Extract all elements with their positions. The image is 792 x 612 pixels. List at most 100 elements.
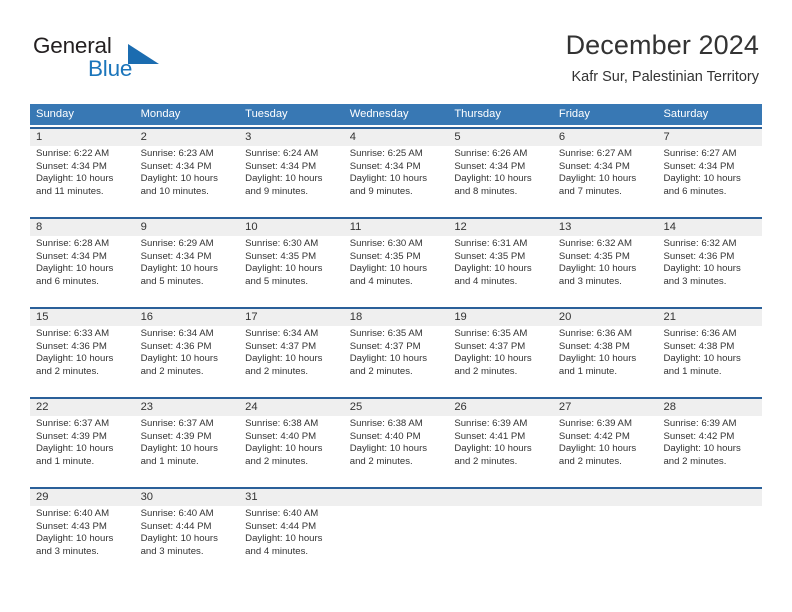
day-cell[interactable]: Sunrise: 6:34 AM Sunset: 4:36 PM Dayligh… <box>134 326 240 395</box>
day-number[interactable]: 18 <box>344 309 449 326</box>
day-number[interactable]: 23 <box>135 399 240 416</box>
day-cell[interactable]: Sunrise: 6:24 AM Sunset: 4:34 PM Dayligh… <box>239 146 344 215</box>
sunrise-text: Sunrise: 6:27 AM <box>663 148 737 159</box>
day-number[interactable]: 1 <box>30 129 135 146</box>
daylight-text-line1: Daylight: 10 hours <box>454 173 532 184</box>
day-number[interactable]: 3 <box>239 129 344 146</box>
day-number[interactable]: 6 <box>553 129 658 146</box>
sunrise-text: Sunrise: 6:33 AM <box>36 328 110 339</box>
week-daynumber-band: 22 23 24 25 26 27 28 <box>30 399 762 416</box>
daylight-text-line1: Daylight: 10 hours <box>140 263 218 274</box>
sunrise-text: Sunrise: 6:29 AM <box>140 238 214 249</box>
daylight-text-line1: Daylight: 10 hours <box>663 173 741 184</box>
daylight-text-line2: and 7 minutes. <box>558 185 622 197</box>
sunrise-text: Sunrise: 6:38 AM <box>349 418 423 429</box>
day-number[interactable]: 20 <box>553 309 658 326</box>
day-cell[interactable]: Sunrise: 6:39 AM Sunset: 4:41 PM Dayligh… <box>448 416 553 485</box>
brand-logo[interactable]: General Blue <box>33 33 213 89</box>
day-cell[interactable]: Sunrise: 6:37 AM Sunset: 4:39 PM Dayligh… <box>30 416 135 485</box>
day-cell[interactable]: Sunrise: 6:35 AM Sunset: 4:37 PM Dayligh… <box>448 326 553 395</box>
daylight-text-line1: Daylight: 10 hours <box>558 173 637 184</box>
day-cell[interactable]: Sunrise: 6:40 AM Sunset: 4:44 PM Dayligh… <box>134 506 240 575</box>
day-cell[interactable]: Sunrise: 6:32 AM Sunset: 4:35 PM Dayligh… <box>552 236 658 305</box>
sunrise-text: Sunrise: 6:26 AM <box>454 148 528 159</box>
day-number[interactable]: 27 <box>553 399 658 416</box>
daylight-text-line1: Daylight: 10 hours <box>36 263 114 274</box>
day-cell[interactable]: Sunrise: 6:36 AM Sunset: 4:38 PM Dayligh… <box>657 326 763 395</box>
day-cell[interactable]: Sunrise: 6:39 AM Sunset: 4:42 PM Dayligh… <box>552 416 658 485</box>
sunset-text: Sunset: 4:42 PM <box>663 430 735 442</box>
day-cell[interactable]: Sunrise: 6:28 AM Sunset: 4:34 PM Dayligh… <box>30 236 135 305</box>
day-number[interactable]: 12 <box>448 219 553 236</box>
week-row: 22 23 24 25 26 27 28 Sunrise: 6:37 AM Su… <box>30 397 763 485</box>
day-cell[interactable]: Sunrise: 6:38 AM Sunset: 4:40 PM Dayligh… <box>239 416 344 485</box>
day-number[interactable]: 24 <box>239 399 344 416</box>
daylight-text-line2: and 3 minutes. <box>558 275 622 287</box>
day-number[interactable]: 4 <box>344 129 449 146</box>
daylight-text-line1: Daylight: 10 hours <box>349 353 428 364</box>
day-cell[interactable]: Sunrise: 6:27 AM Sunset: 4:34 PM Dayligh… <box>552 146 658 215</box>
day-number[interactable]: 30 <box>135 489 240 506</box>
day-number[interactable]: 11 <box>344 219 449 236</box>
day-number[interactable]: 9 <box>135 219 240 236</box>
sunset-text: Sunset: 4:41 PM <box>454 430 526 442</box>
daylight-text-line2: and 2 minutes. <box>454 455 518 467</box>
day-number[interactable]: 15 <box>30 309 135 326</box>
day-number[interactable]: 2 <box>135 129 240 146</box>
day-cell[interactable]: Sunrise: 6:36 AM Sunset: 4:38 PM Dayligh… <box>552 326 658 395</box>
daylight-text-line2: and 9 minutes. <box>245 185 309 197</box>
day-cell[interactable]: Sunrise: 6:34 AM Sunset: 4:37 PM Dayligh… <box>239 326 344 395</box>
day-number[interactable]: 16 <box>135 309 240 326</box>
weekday-friday: Friday <box>558 108 590 120</box>
day-number[interactable]: 22 <box>30 399 135 416</box>
daylight-text-line2: and 4 minutes. <box>245 545 309 557</box>
day-cell[interactable]: Sunrise: 6:26 AM Sunset: 4:34 PM Dayligh… <box>448 146 553 215</box>
day-number[interactable]: 21 <box>657 309 762 326</box>
sunrise-text: Sunrise: 6:40 AM <box>140 508 214 519</box>
day-number[interactable]: 13 <box>553 219 658 236</box>
sunset-text: Sunset: 4:37 PM <box>454 340 526 352</box>
sunrise-text: Sunrise: 6:37 AM <box>36 418 110 429</box>
day-number[interactable]: 28 <box>657 399 762 416</box>
day-number[interactable]: 31 <box>239 489 344 506</box>
day-number[interactable]: 14 <box>657 219 762 236</box>
sunrise-text: Sunrise: 6:30 AM <box>349 238 423 249</box>
sunset-text: Sunset: 4:34 PM <box>349 160 421 172</box>
day-cell[interactable]: Sunrise: 6:30 AM Sunset: 4:35 PM Dayligh… <box>239 236 344 305</box>
sunrise-text: Sunrise: 6:34 AM <box>140 328 214 339</box>
sunset-text: Sunset: 4:34 PM <box>140 250 212 262</box>
day-number[interactable]: 8 <box>30 219 135 236</box>
daylight-text-line2: and 9 minutes. <box>349 185 413 197</box>
day-cell[interactable]: Sunrise: 6:40 AM Sunset: 4:44 PM Dayligh… <box>239 506 344 575</box>
calendar-grid: Sunday Monday Tuesday Wednesday Thursday… <box>30 104 763 575</box>
day-cell[interactable]: Sunrise: 6:39 AM Sunset: 4:42 PM Dayligh… <box>657 416 763 485</box>
day-cell[interactable]: Sunrise: 6:30 AM Sunset: 4:35 PM Dayligh… <box>343 236 449 305</box>
day-cell[interactable]: Sunrise: 6:37 AM Sunset: 4:39 PM Dayligh… <box>134 416 240 485</box>
day-cell[interactable]: Sunrise: 6:38 AM Sunset: 4:40 PM Dayligh… <box>343 416 449 485</box>
day-cell[interactable]: Sunrise: 6:40 AM Sunset: 4:43 PM Dayligh… <box>30 506 135 575</box>
day-cell[interactable]: Sunrise: 6:35 AM Sunset: 4:37 PM Dayligh… <box>343 326 449 395</box>
day-number[interactable]: 19 <box>448 309 553 326</box>
day-number[interactable]: 10 <box>239 219 344 236</box>
day-cell[interactable]: Sunrise: 6:23 AM Sunset: 4:34 PM Dayligh… <box>134 146 240 215</box>
day-cell[interactable]: Sunrise: 6:32 AM Sunset: 4:36 PM Dayligh… <box>657 236 763 305</box>
day-cell[interactable]: Sunrise: 6:27 AM Sunset: 4:34 PM Dayligh… <box>657 146 763 215</box>
daylight-text-line2: and 8 minutes. <box>454 185 518 197</box>
day-number[interactable]: 17 <box>239 309 344 326</box>
day-cell[interactable]: Sunrise: 6:33 AM Sunset: 4:36 PM Dayligh… <box>30 326 135 395</box>
day-number[interactable]: 5 <box>448 129 553 146</box>
day-number[interactable]: 29 <box>30 489 135 506</box>
day-cell[interactable]: Sunrise: 6:31 AM Sunset: 4:35 PM Dayligh… <box>448 236 553 305</box>
day-number[interactable]: 26 <box>448 399 553 416</box>
daylight-text-line2: and 1 minute. <box>663 365 722 377</box>
day-cell[interactable]: Sunrise: 6:29 AM Sunset: 4:34 PM Dayligh… <box>134 236 240 305</box>
day-cell[interactable]: Sunrise: 6:22 AM Sunset: 4:34 PM Dayligh… <box>30 146 135 215</box>
day-cell[interactable]: Sunrise: 6:25 AM Sunset: 4:34 PM Dayligh… <box>343 146 449 215</box>
sunset-text: Sunset: 4:34 PM <box>558 160 630 172</box>
sunset-text: Sunset: 4:44 PM <box>245 520 317 532</box>
day-number[interactable]: 7 <box>657 129 762 146</box>
day-number[interactable]: 25 <box>344 399 449 416</box>
calendar-page: General Blue December 2024 Kafr Sur, Pal… <box>0 0 792 612</box>
page-header: General Blue December 2024 Kafr Sur, Pal… <box>0 0 792 100</box>
weekday-header-row: Sunday Monday Tuesday Wednesday Thursday… <box>30 104 762 125</box>
